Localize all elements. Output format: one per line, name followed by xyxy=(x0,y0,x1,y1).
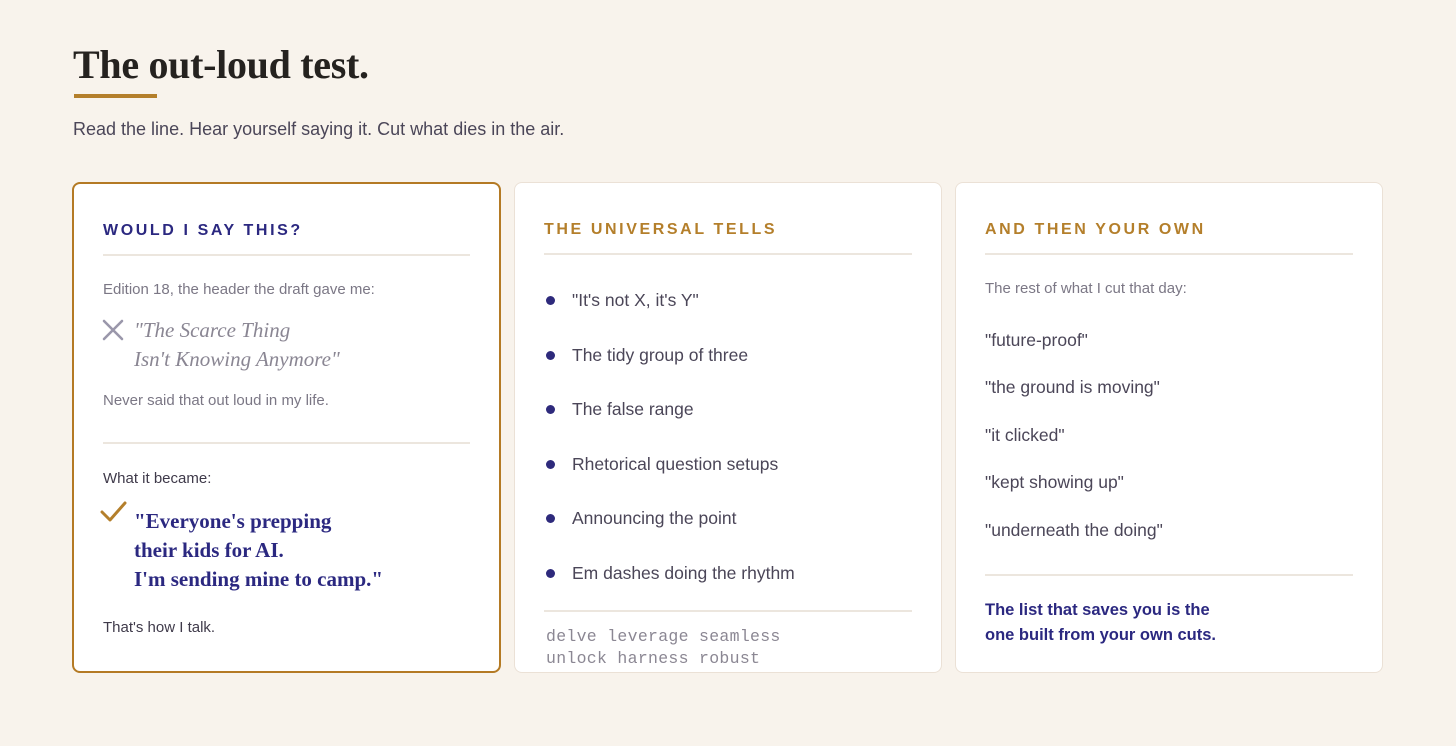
card-would-i-say-this: WOULD I SAY THIS? Edition 18, the header… xyxy=(72,182,501,673)
bullet-icon xyxy=(546,296,555,305)
list-item-text: The tidy group of three xyxy=(572,344,749,365)
rejected-line: "The Scarce Thing xyxy=(134,318,291,342)
divider xyxy=(103,442,470,444)
list-item: "the ground is moving" xyxy=(985,377,1160,398)
accepted-line: their kids for AI. xyxy=(134,538,284,562)
list-item-text: Em dashes doing the rhythm xyxy=(572,562,795,583)
list-item: Em dashes doing the rhythm xyxy=(544,562,795,617)
accepted-headline: "Everyone's prepping their kids for AI. … xyxy=(134,507,464,594)
card-universal-tells: THE UNIVERSAL TELLS "It's not X, it's Y"… xyxy=(514,182,942,673)
accepted-line: "Everyone's prepping xyxy=(134,509,332,533)
divider xyxy=(544,253,912,255)
after-label: What it became: xyxy=(103,470,212,487)
list-item: The false range xyxy=(544,398,795,453)
cuts-list: "future-proof" "the ground is moving" "i… xyxy=(985,329,1163,566)
divider xyxy=(985,574,1353,576)
closing-line: one built from your own cuts. xyxy=(985,626,1216,644)
bullet-icon xyxy=(546,568,555,578)
accepted-note: That's how I talk. xyxy=(103,619,216,636)
tell-words-line: delve leverage seamless xyxy=(546,627,781,646)
page-subtitle: Read the line. Hear yourself saying it. … xyxy=(73,119,565,139)
list-item: "it clicked" xyxy=(985,424,1065,445)
divider xyxy=(103,254,470,256)
bullet-icon xyxy=(546,514,555,524)
list-item-text: The false range xyxy=(572,399,694,420)
list-item: The tidy group of three xyxy=(544,344,795,399)
card-heading: THE UNIVERSAL TELLS xyxy=(544,221,778,238)
page-title: The out-loud test. xyxy=(73,42,369,87)
tell-words-line: unlock harness robust xyxy=(546,649,761,668)
rejected-line: Isn't Knowing Anymore" xyxy=(134,347,340,371)
list-item: "kept showing up" xyxy=(985,472,1124,493)
bullet-icon xyxy=(546,405,555,415)
list-item-text: Rhetorical question setups xyxy=(572,453,779,474)
accepted-line: I'm sending mine to camp." xyxy=(134,567,384,591)
tell-words: delve leverage seamless unlock harness r… xyxy=(546,626,926,670)
list-item: Rhetorical question setups xyxy=(544,453,795,508)
page: The out-loud test. Read the line. Hear y… xyxy=(0,0,1456,746)
before-label: Edition 18, the header the draft gave me… xyxy=(103,281,375,298)
closing-statement: The list that saves you is the one built… xyxy=(985,598,1255,648)
card-heading: WOULD I SAY THIS? xyxy=(103,222,303,239)
list-item: "future-proof" xyxy=(985,330,1088,350)
divider xyxy=(985,253,1353,255)
divider xyxy=(544,610,912,612)
list-item: "underneath the doing" xyxy=(985,519,1163,540)
cuts-intro: The rest of what I cut that day: xyxy=(985,280,1187,297)
bullet-icon xyxy=(546,350,555,360)
bullet-icon xyxy=(546,459,555,469)
checkmark-icon xyxy=(100,501,127,522)
rejected-note: Never said that out loud in my life. xyxy=(103,392,329,409)
x-icon xyxy=(102,319,124,341)
list-item-text: Announcing the point xyxy=(572,508,737,529)
title-underline xyxy=(74,94,157,98)
list-item: "It's not X, it's Y" xyxy=(544,289,795,344)
tells-list: "It's not X, it's Y" The tidy group of t… xyxy=(544,289,795,617)
list-item-text: "It's not X, it's Y" xyxy=(572,290,699,310)
card-heading: AND THEN YOUR OWN xyxy=(985,221,1206,238)
rejected-headline: "The Scarce Thing Isn't Knowing Anymore" xyxy=(134,316,454,374)
card-your-own: AND THEN YOUR OWN The rest of what I cut… xyxy=(955,182,1383,673)
closing-line: The list that saves you is the xyxy=(985,601,1210,619)
list-item: Announcing the point xyxy=(544,507,795,562)
